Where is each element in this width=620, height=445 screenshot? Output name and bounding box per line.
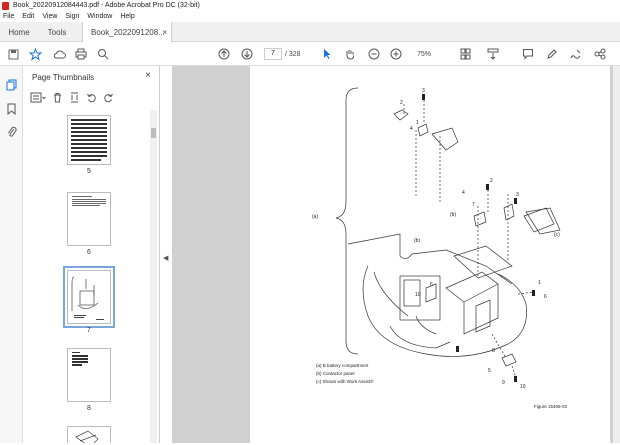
- thumbnail-label: 8: [87, 405, 91, 412]
- collapse-panel-icon[interactable]: ◀: [163, 254, 168, 262]
- callout: 4: [410, 126, 413, 132]
- bookmarks-icon[interactable]: [5, 102, 18, 115]
- pdf-page: 2 3 4 1 2 3 7 4 1 6 10 8 5 9 10 6 (a) (b…: [250, 66, 610, 443]
- share-link-icon[interactable]: [593, 47, 607, 61]
- thumbnail-page-7[interactable]: [63, 266, 115, 328]
- rotate-left-icon[interactable]: [86, 92, 97, 103]
- menu-sign[interactable]: Sign: [65, 13, 79, 20]
- page-thumbnails-icon[interactable]: [5, 78, 18, 91]
- callout: 10: [415, 292, 421, 298]
- legend-item: (a) B battery compartment: [316, 363, 369, 368]
- zoom-out-icon[interactable]: [367, 47, 381, 61]
- insert-page-icon[interactable]: [69, 92, 80, 103]
- tab-bar: Home Tools Book_20220912​08... ×: [0, 22, 620, 42]
- thumbnail-page-6[interactable]: [67, 192, 111, 246]
- callout: 2: [490, 178, 493, 184]
- save-icon[interactable]: [6, 47, 20, 61]
- fill-sign-icon[interactable]: [569, 47, 583, 61]
- side-label: (b): [450, 212, 456, 218]
- zoom-in-icon[interactable]: [389, 47, 403, 61]
- callout: 2: [400, 100, 403, 106]
- thumbnail-label: 6: [87, 249, 91, 256]
- main-toolbar: 7 / 328 75%: [0, 42, 620, 66]
- callout: 5: [488, 368, 491, 374]
- thumbnail-scrollbar[interactable]: [150, 110, 157, 443]
- legend-item: (b) Contactor panel: [316, 371, 355, 376]
- document-viewer: 2 3 4 1 2 3 7 4 1 6 10 8 5 9 10 6 (a) (b…: [172, 66, 620, 443]
- thumbnail-label: 7: [87, 327, 91, 334]
- callout: 7: [472, 202, 475, 208]
- callout: 8: [492, 348, 495, 354]
- highlight-pen-icon[interactable]: [545, 47, 559, 61]
- scrollbar-thumb[interactable]: [151, 128, 156, 138]
- menu-window[interactable]: Window: [87, 13, 112, 20]
- panel-toolbar: [30, 92, 114, 103]
- pdf-app-icon: [2, 1, 9, 10]
- thumbnails-panel: Page Thumbnails × 5 6 7 8: [23, 66, 160, 443]
- thumbnail-page-5[interactable]: [67, 115, 111, 165]
- tab-tools[interactable]: Tools: [38, 22, 76, 42]
- menu-file[interactable]: File: [3, 13, 14, 20]
- star-bookmark-icon[interactable]: [28, 47, 42, 61]
- thumbnail-options-icon[interactable]: [30, 92, 46, 103]
- attachments-icon[interactable]: [5, 125, 18, 138]
- zoom-level-dropdown[interactable]: 75%: [417, 51, 431, 58]
- panel-title: Page Thumbnails: [32, 73, 95, 82]
- exploded-parts-diagram: 2 3 4 1 2 3 7 4 1 6 10 8 5 9 10 6 (a) (b…: [312, 87, 568, 409]
- tab-document-label: Book_20220912​08...: [91, 27, 165, 37]
- callout: 6: [544, 294, 547, 300]
- window-title: Book_20220912084443.pdf - Adobe Acrobat …: [13, 2, 200, 9]
- callout: 3: [516, 192, 519, 198]
- document-scrollbar[interactable]: [613, 66, 620, 443]
- page-layout-icon[interactable]: [460, 47, 474, 61]
- tab-document[interactable]: Book_20220912​08... ×: [82, 22, 172, 42]
- cloud-upload-icon[interactable]: [52, 47, 66, 61]
- comment-icon[interactable]: [521, 47, 535, 61]
- print-icon[interactable]: [74, 47, 88, 61]
- page-count: / 328: [285, 51, 301, 58]
- menu-help[interactable]: Help: [120, 13, 134, 20]
- next-page-icon[interactable]: [240, 47, 254, 61]
- navigation-rail: [0, 66, 23, 443]
- callout: 1: [538, 280, 541, 286]
- legend-item: (c) Shown with Work Assist®: [316, 378, 374, 384]
- menu-edit[interactable]: Edit: [22, 13, 34, 20]
- thumbnail-list: 5 6 7 8: [23, 110, 160, 443]
- callout: 1: [416, 120, 419, 126]
- callout: 10: [520, 384, 526, 390]
- scroll-mode-icon[interactable]: [486, 47, 500, 61]
- side-label: (c): [554, 232, 560, 238]
- callout: 6: [430, 282, 433, 288]
- tab-close-icon[interactable]: ×: [162, 28, 167, 37]
- menu-view[interactable]: View: [42, 13, 57, 20]
- tab-home[interactable]: Home: [0, 22, 38, 42]
- previous-page-icon[interactable]: [217, 47, 231, 61]
- search-icon[interactable]: [96, 47, 110, 61]
- thumbnail-page-9[interactable]: [67, 426, 111, 443]
- title-bar: Book_20220912084443.pdf - Adobe Acrobat …: [0, 0, 620, 11]
- callout: 3: [422, 88, 425, 94]
- page-number-input[interactable]: 7: [264, 48, 282, 60]
- side-label: (b): [414, 238, 420, 244]
- thumbnail-label: 5: [87, 168, 91, 175]
- delete-page-icon[interactable]: [52, 92, 63, 103]
- figure-caption: Figure 15406-03: [534, 404, 568, 409]
- menu-bar: File Edit View Sign Window Help: [0, 11, 620, 22]
- select-cursor-icon[interactable]: [320, 47, 334, 61]
- hand-tool-icon[interactable]: [343, 47, 357, 61]
- side-label: (a): [312, 214, 318, 220]
- callout: 4: [462, 190, 465, 196]
- callout: 9: [502, 380, 505, 386]
- thumbnail-page-8[interactable]: [67, 348, 111, 402]
- panel-close-icon[interactable]: ×: [145, 70, 151, 81]
- rotate-right-icon[interactable]: [103, 92, 114, 103]
